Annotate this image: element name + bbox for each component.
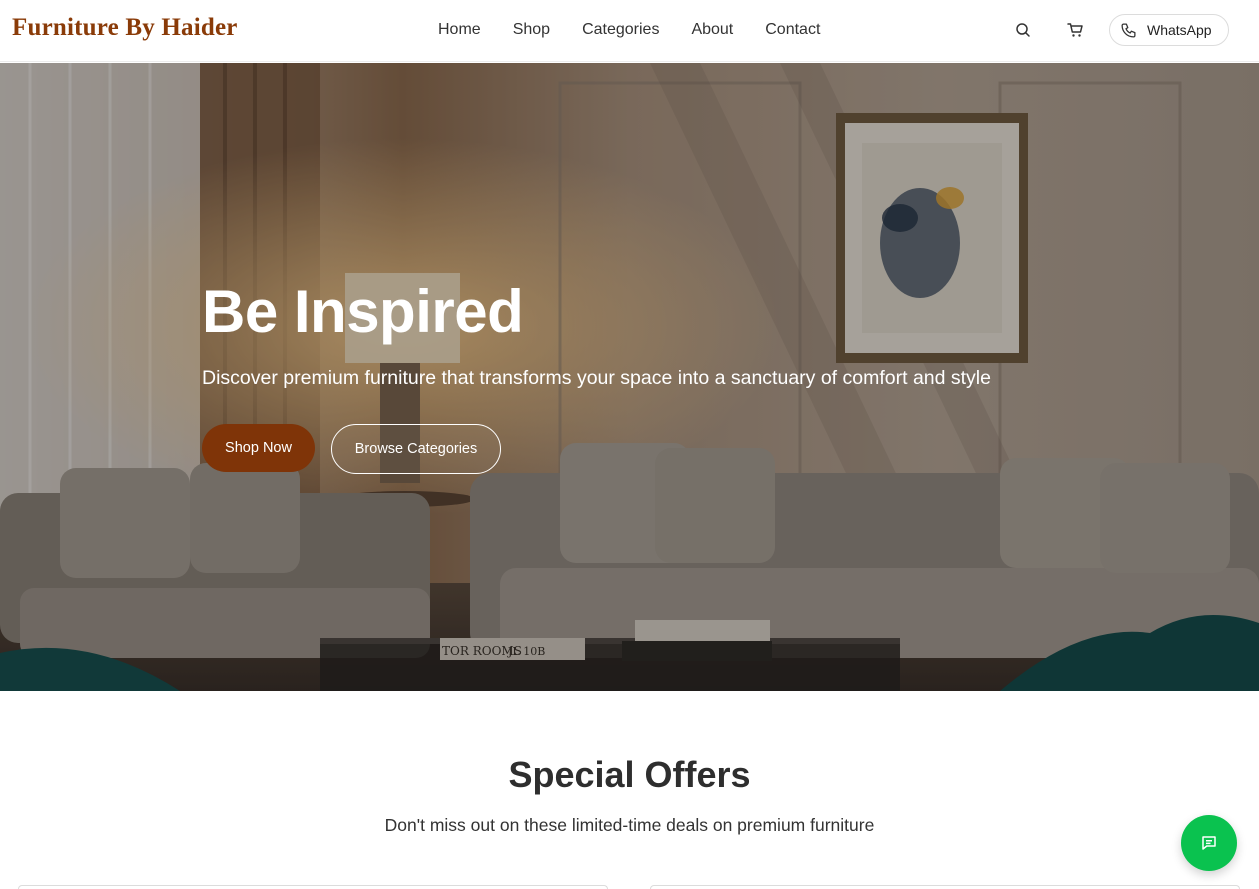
search-icon	[1016, 23, 1030, 37]
cart-button[interactable]	[1064, 19, 1086, 41]
offer-card[interactable]	[18, 885, 608, 889]
special-offers-subtitle: Don't miss out on these limited-time dea…	[384, 815, 875, 835]
nav-shop[interactable]: Shop	[513, 19, 550, 41]
hero-section: TOR ROOMS JL 10B Be Inspired Discover pr…	[0, 63, 1259, 691]
shop-now-button[interactable]: Shop Now	[202, 424, 315, 472]
chat-icon	[1202, 836, 1216, 850]
hero-title: Be Inspired	[202, 278, 524, 345]
search-button[interactable]	[1012, 19, 1034, 41]
whatsapp-button[interactable]: WhatsApp	[1109, 14, 1229, 46]
phone-icon	[1121, 22, 1136, 38]
offer-card[interactable]	[650, 885, 1240, 889]
site-header: Furniture By Haider Home Shop Categories…	[0, 0, 1259, 62]
main-nav: Home Shop Categories About Contact	[438, 19, 852, 41]
browse-categories-button[interactable]: Browse Categories	[331, 424, 501, 474]
special-offers-title: Special Offers	[508, 754, 751, 795]
cart-icon	[1066, 23, 1083, 37]
nav-about[interactable]: About	[691, 19, 733, 41]
nav-contact[interactable]: Contact	[765, 19, 820, 41]
nav-home[interactable]: Home	[438, 19, 481, 41]
whatsapp-label: WhatsApp	[1147, 22, 1212, 38]
hero-subtitle: Discover premium furniture that transfor…	[202, 367, 991, 389]
nav-categories[interactable]: Categories	[582, 19, 659, 41]
chat-button[interactable]	[1181, 815, 1237, 871]
brand-logo[interactable]: Furniture By Haider	[12, 14, 238, 42]
